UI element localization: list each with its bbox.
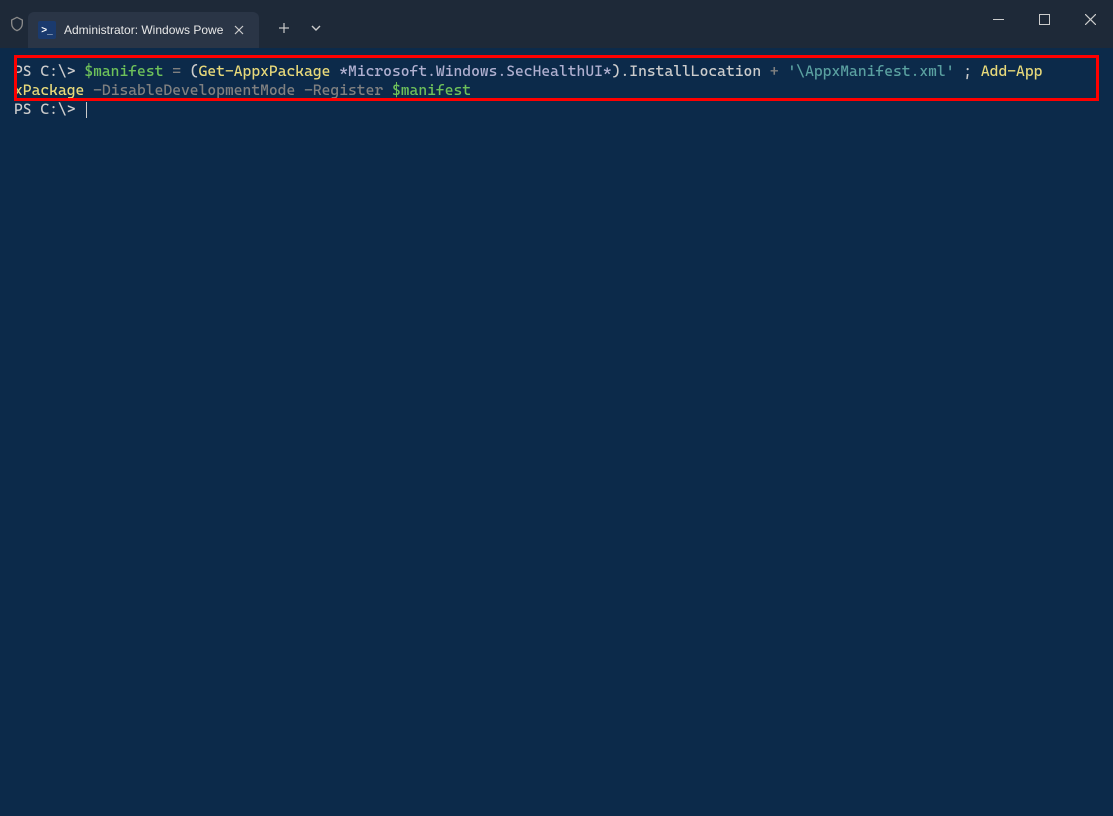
- terminal-line-1: PS C:\> $manifest = (Get-AppxPackage *Mi…: [14, 62, 1099, 81]
- code-string: '\AppxManifest.xml': [788, 62, 955, 80]
- powershell-icon: >_: [38, 21, 56, 39]
- titlebar-left: >_ Administrator: Windows Powe: [0, 0, 331, 48]
- code-cmdlet: Add-App: [981, 62, 1043, 80]
- code-cmdlet: xPackage: [14, 81, 84, 99]
- code-variable: $manifest: [84, 62, 163, 80]
- shield-icon: [0, 0, 28, 48]
- code-operator: =: [163, 62, 189, 80]
- code-parameter: -Register: [304, 81, 383, 99]
- code-argument: *Microsoft.Windows.SecHealthUI*: [339, 62, 611, 80]
- tab-title: Administrator: Windows Powe: [64, 23, 223, 37]
- terminal-line-2: xPackage -DisableDevelopmentMode -Regist…: [14, 81, 1099, 100]
- maximize-button[interactable]: [1021, 0, 1067, 38]
- close-button[interactable]: [1067, 0, 1113, 38]
- new-tab-button[interactable]: [269, 13, 299, 43]
- tab-active[interactable]: >_ Administrator: Windows Powe: [28, 12, 259, 48]
- code-variable: $manifest: [392, 81, 471, 99]
- code-property: InstallLocation: [629, 62, 761, 80]
- code-cmdlet: Get-AppxPackage: [199, 62, 331, 80]
- code-operator: +: [770, 62, 779, 80]
- tab-close-button[interactable]: [229, 20, 249, 40]
- titlebar: >_ Administrator: Windows Powe: [0, 0, 1113, 48]
- prompt-text: PS C:\>: [14, 100, 84, 118]
- code-paren: (: [190, 62, 199, 80]
- code-parameter: -DisableDevelopmentMode: [93, 81, 295, 99]
- tab-dropdown-button[interactable]: [301, 13, 331, 43]
- terminal-area[interactable]: PS C:\> $manifest = (Get-AppxPackage *Mi…: [0, 48, 1113, 133]
- cursor: [86, 102, 87, 118]
- terminal-line-3: PS C:\>: [14, 100, 1099, 119]
- window-controls: [975, 0, 1113, 38]
- code-paren-close: ).: [612, 62, 630, 80]
- minimize-button[interactable]: [975, 0, 1021, 38]
- prompt-text: PS C:\>: [14, 62, 84, 80]
